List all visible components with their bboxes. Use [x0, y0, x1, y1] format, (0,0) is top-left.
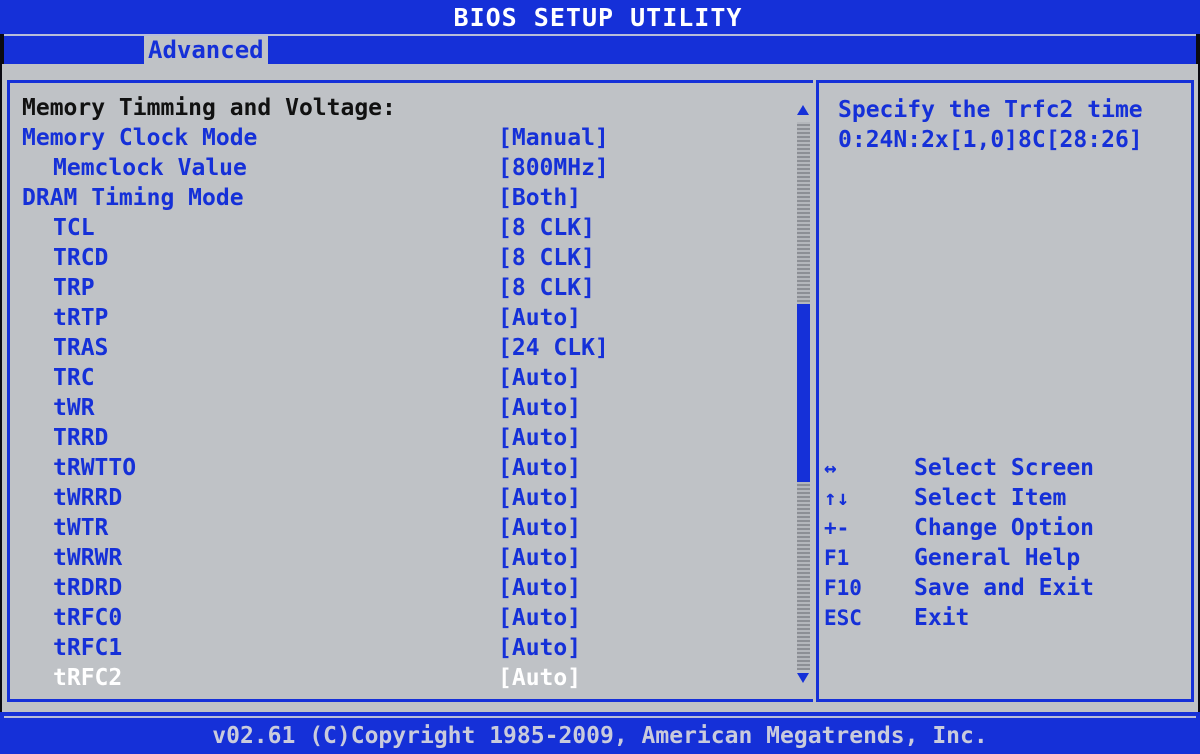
help-description-line-1: Specify the Trfc2 time [838, 97, 1143, 123]
setting-value[interactable]: [Both] [498, 184, 581, 212]
setting-label: tWR [53, 395, 95, 421]
setting-label: tWRWR [53, 545, 123, 571]
setting-label: tRFC2 [53, 665, 123, 691]
tab-advanced[interactable]: Advanced [144, 36, 268, 64]
setting-row[interactable]: Memclock Value [800MHz] [2, 154, 782, 184]
setting-value[interactable]: [8 CLK] [498, 274, 595, 302]
scroll-up-arrow-icon[interactable] [795, 102, 811, 118]
setting-row[interactable]: tRFC1 [Auto] [2, 634, 782, 664]
footer-bar: v02.61 (C)Copyright 1985-2009, American … [0, 712, 1200, 754]
setting-value[interactable]: [Auto] [498, 604, 581, 632]
app-title: BIOS SETUP UTILITY [453, 3, 743, 32]
setting-label: DRAM Timing Mode [22, 185, 244, 211]
key-label: ESC [824, 606, 862, 630]
setting-value[interactable]: [8 CLK] [498, 214, 595, 242]
scroll-down-arrow-icon[interactable] [795, 670, 811, 686]
key-description: Select Screen [914, 455, 1095, 481]
setting-label: tWRRD [53, 485, 123, 511]
setting-value[interactable]: [Auto] [498, 454, 581, 482]
scrollbar[interactable] [795, 96, 811, 692]
key-legend-row: ↔ Select Screen [824, 454, 1184, 484]
setting-row[interactable]: tWR [Auto] [2, 394, 782, 424]
setting-value[interactable]: [24 CLK] [498, 334, 609, 362]
left-right-arrows-icon: ↔ [824, 456, 837, 480]
key-description: Change Option [914, 515, 1095, 541]
setting-row[interactable]: DRAM Timing Mode [Both] [2, 184, 782, 214]
section-title: Memory Timming and Voltage: [22, 95, 396, 121]
key-label: F10 [824, 576, 862, 600]
title-bar: BIOS SETUP UTILITY [0, 0, 1200, 34]
setting-value[interactable]: [800MHz] [498, 154, 609, 182]
setting-value[interactable]: [Auto] [498, 514, 581, 542]
setting-row[interactable]: TRRD [Auto] [2, 424, 782, 454]
setting-label: TCL [53, 215, 95, 241]
setting-row[interactable]: tRTP [Auto] [2, 304, 782, 334]
setting-value[interactable]: [Auto] [498, 304, 581, 332]
tab-strip: Advanced [4, 34, 1196, 66]
key-legend-row: +- Change Option [824, 514, 1184, 544]
setting-row[interactable]: TRCD [8 CLK] [2, 244, 782, 274]
setting-row[interactable]: tRWTTO [Auto] [2, 454, 782, 484]
setting-row[interactable]: tWRRD [Auto] [2, 484, 782, 514]
setting-value[interactable]: [Auto] [498, 484, 581, 512]
setting-row[interactable]: TRAS [24 CLK] [2, 334, 782, 364]
setting-value[interactable]: [8 CLK] [498, 244, 595, 272]
setting-row[interactable]: TRP [8 CLK] [2, 274, 782, 304]
setting-value[interactable]: [Auto] [498, 664, 581, 692]
setting-value[interactable]: [Auto] [498, 544, 581, 572]
up-down-arrows-icon: ↑↓ [824, 486, 850, 510]
key-description: Select Item [914, 485, 1067, 511]
key-legend-row: F10 Save and Exit [824, 574, 1184, 604]
setting-row[interactable]: Memory Clock Mode [Manual] [2, 124, 782, 154]
setting-label: tWTR [53, 515, 109, 541]
setting-label: TRP [53, 275, 95, 301]
setting-label: TRC [53, 365, 95, 391]
setting-label: tRFC1 [53, 635, 123, 661]
setting-label: Memory Clock Mode [22, 125, 258, 151]
help-description-line-2: 0:24N:2x[1,0]8C[28:26] [838, 127, 1143, 153]
setting-row[interactable]: tRFC0 [Auto] [2, 604, 782, 634]
setting-row[interactable]: tWTR [Auto] [2, 514, 782, 544]
plus-minus-icon: +- [824, 516, 850, 540]
setting-row[interactable]: tRDRD [Auto] [2, 574, 782, 604]
setting-row[interactable]: tRFC2 [Auto] [2, 664, 782, 694]
setting-value[interactable]: [Auto] [498, 424, 581, 452]
scroll-thumb[interactable] [797, 304, 810, 482]
setting-label: TRRD [53, 425, 109, 451]
setting-row[interactable]: tWRWR [Auto] [2, 544, 782, 574]
setting-label: TRCD [53, 245, 109, 271]
key-description: General Help [914, 545, 1081, 571]
setting-label: Memclock Value [53, 155, 247, 181]
setting-label: tRDRD [53, 575, 123, 601]
setting-value[interactable]: [Manual] [498, 124, 609, 152]
setting-value[interactable]: [Auto] [498, 394, 581, 422]
setting-value[interactable]: [Auto] [498, 364, 581, 392]
setting-label: TRAS [53, 335, 109, 361]
key-legend-row: ↑↓ Select Item [824, 484, 1184, 514]
setting-value[interactable]: [Auto] [498, 574, 581, 602]
setting-row[interactable]: TCL [8 CLK] [2, 214, 782, 244]
key-legend-row: F1 General Help [824, 544, 1184, 574]
key-description: Exit [914, 605, 970, 631]
key-label: F1 [824, 546, 850, 570]
setting-label: tRFC0 [53, 605, 123, 631]
copyright-text: v02.61 (C)Copyright 1985-2009, American … [212, 723, 988, 749]
setting-label: tRTP [53, 305, 109, 331]
key-description: Save and Exit [914, 575, 1095, 601]
key-legend-row: ESC Exit [824, 604, 1184, 634]
footer-divider [4, 716, 1196, 718]
setting-value[interactable]: [Auto] [498, 634, 581, 662]
setting-row[interactable]: TRC [Auto] [2, 364, 782, 394]
setting-label: tRWTTO [53, 455, 137, 481]
